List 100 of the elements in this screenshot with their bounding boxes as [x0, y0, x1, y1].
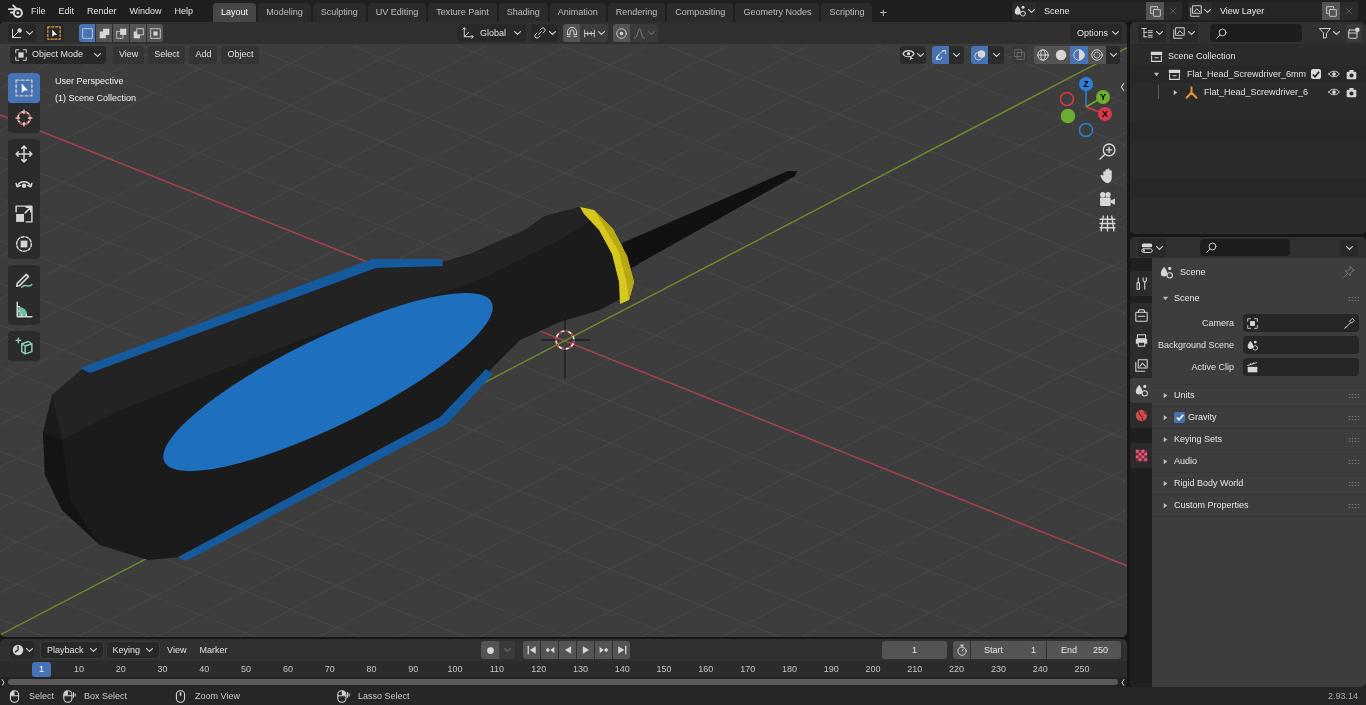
- exclude-checkbox[interactable]: [1311, 69, 1321, 79]
- workspace-tab[interactable]: Modeling: [258, 3, 311, 22]
- start-frame-field[interactable]: Start 1: [971, 641, 1046, 659]
- outliner-item-label[interactable]: Flat_Head_Screwdriver_6: [1204, 87, 1309, 97]
- shading-mode-button[interactable]: [1088, 45, 1106, 64]
- workspace-tab[interactable]: Shading: [498, 3, 548, 22]
- playback-button[interactable]: [595, 641, 612, 659]
- negative-axis-icon[interactable]: [1060, 108, 1076, 124]
- selection-mode-button[interactable]: [147, 24, 163, 42]
- panel-title[interactable]: Custom Properties: [1174, 501, 1249, 510]
- view-layer-tab[interactable]: [1130, 353, 1152, 378]
- panel-title[interactable]: Gravity: [1188, 413, 1217, 422]
- workspace-tab[interactable]: Geometry Nodes: [735, 3, 820, 22]
- chevron-right-icon[interactable]: [1, 678, 5, 686]
- panel-title[interactable]: Audio: [1174, 457, 1198, 466]
- copy-view-layer-button[interactable]: [1322, 2, 1340, 20]
- options-dropdown[interactable]: Options: [1070, 24, 1122, 42]
- editor-type-button[interactable]: [8, 24, 36, 42]
- tool-button[interactable]: [8, 229, 40, 259]
- camera-field[interactable]: [1243, 314, 1359, 332]
- selectability-dropdown[interactable]: [900, 45, 926, 64]
- scene-browse-button[interactable]: [1012, 2, 1036, 20]
- preview-range-toggle[interactable]: [953, 641, 970, 659]
- search-field[interactable]: [1210, 24, 1302, 42]
- mode-dropdown[interactable]: Object Mode: [10, 45, 106, 64]
- camera-icon[interactable]: [1346, 68, 1357, 80]
- overlays-toggle[interactable]: [971, 45, 988, 64]
- add-workspace-button[interactable]: +: [874, 3, 892, 22]
- editor-type-button[interactable]: [1138, 238, 1166, 257]
- chevron-left-icon[interactable]: [1120, 83, 1125, 91]
- tool-tab[interactable]: [1130, 271, 1152, 296]
- tool-button[interactable]: [8, 139, 40, 169]
- chevron-left-icon[interactable]: [1121, 678, 1125, 686]
- movie-camera-icon[interactable]: [1099, 191, 1116, 208]
- view-layer-name-field[interactable]: View Layer: [1212, 2, 1322, 20]
- playback-button[interactable]: [577, 641, 594, 659]
- workspace-tab[interactable]: UV Editing: [367, 3, 427, 22]
- active-clip-field[interactable]: [1243, 358, 1359, 376]
- end-frame-field[interactable]: End 250: [1047, 641, 1121, 659]
- logo-icon[interactable]: [8, 3, 23, 19]
- workspace-tab[interactable]: Texture Paint: [428, 3, 497, 22]
- timeline-scrollbar[interactable]: [8, 679, 1118, 685]
- collapse-triangle-icon[interactable]: [1162, 295, 1169, 302]
- selection-mode-button[interactable]: [79, 24, 95, 42]
- editor-type-button[interactable]: [1138, 24, 1166, 42]
- tool-button[interactable]: [8, 265, 40, 295]
- view-layer-browse-button[interactable]: [1188, 2, 1212, 20]
- menu-dropdown[interactable]: Playback: [40, 641, 104, 659]
- panel-checkbox[interactable]: [1174, 412, 1185, 423]
- search-field[interactable]: [1200, 239, 1290, 256]
- playback-button[interactable]: [613, 641, 630, 659]
- playback-button[interactable]: [541, 641, 558, 659]
- outliner-item-label[interactable]: Scene Collection: [1168, 51, 1236, 61]
- tool-button[interactable]: [8, 331, 40, 361]
- scene-tab[interactable]: [1130, 378, 1152, 403]
- axis-button[interactable]: Z: [1079, 77, 1093, 108]
- eye-icon[interactable]: [1328, 68, 1340, 80]
- shading-mode-button[interactable]: [1070, 45, 1088, 64]
- camera-icon[interactable]: [1346, 86, 1357, 98]
- overlays-dropdown[interactable]: [988, 45, 1004, 64]
- menu-item[interactable]: Render: [87, 6, 117, 16]
- snap-target-dropdown[interactable]: [580, 24, 608, 42]
- menu-button[interactable]: Marker: [199, 641, 228, 659]
- editor-type-button[interactable]: [10, 641, 34, 659]
- expand-triangle-icon[interactable]: [1162, 392, 1169, 399]
- menu-button[interactable]: Add: [189, 45, 218, 64]
- gizmo-dropdown[interactable]: [949, 45, 964, 64]
- shading-mode-button[interactable]: [1034, 45, 1052, 64]
- active-tool-button[interactable]: [44, 24, 64, 42]
- menu-button[interactable]: Select: [148, 45, 186, 64]
- display-mode-button[interactable]: [1170, 24, 1198, 42]
- selection-mode-button[interactable]: [130, 24, 146, 42]
- tool-button[interactable]: [8, 295, 40, 325]
- axis-button[interactable]: Y: [1085, 90, 1110, 108]
- playback-button[interactable]: [559, 641, 576, 659]
- selection-mode-button[interactable]: [113, 24, 129, 42]
- workspace-tab[interactable]: Scripting: [821, 3, 873, 22]
- workspace-tab[interactable]: Animation: [549, 3, 606, 22]
- scene-name-field[interactable]: Scene: [1036, 2, 1146, 20]
- expand-triangle-icon[interactable]: [1162, 458, 1169, 465]
- negative-axis-icon[interactable]: [1078, 122, 1094, 138]
- grid-icon[interactable]: [1099, 215, 1116, 232]
- new-collection-button[interactable]: [1346, 24, 1362, 42]
- collapse-triangle-icon[interactable]: [1153, 70, 1160, 78]
- expand-triangle-icon[interactable]: [1162, 436, 1169, 443]
- expand-triangle-icon[interactable]: [1162, 480, 1169, 487]
- workspace-tab[interactable]: Compositing: [667, 3, 734, 22]
- panel-title[interactable]: Keying Sets: [1174, 435, 1223, 444]
- panel-title[interactable]: Scene: [1174, 294, 1200, 303]
- current-frame-field[interactable]: 1: [882, 641, 947, 659]
- xray-toggle[interactable]: [1012, 45, 1027, 64]
- menu-dropdown[interactable]: Keying: [105, 641, 161, 659]
- background-scene-field[interactable]: [1243, 336, 1359, 354]
- proportional-editing-toggle[interactable]: [613, 24, 630, 42]
- tool-button[interactable]: [8, 103, 40, 133]
- menu-button[interactable]: Object: [221, 45, 260, 64]
- orientation-dropdown[interactable]: Global: [457, 24, 526, 42]
- axis-button[interactable]: X: [1085, 106, 1112, 121]
- workspace-tab[interactable]: Rendering: [607, 3, 666, 22]
- menu-item[interactable]: Edit: [58, 6, 75, 16]
